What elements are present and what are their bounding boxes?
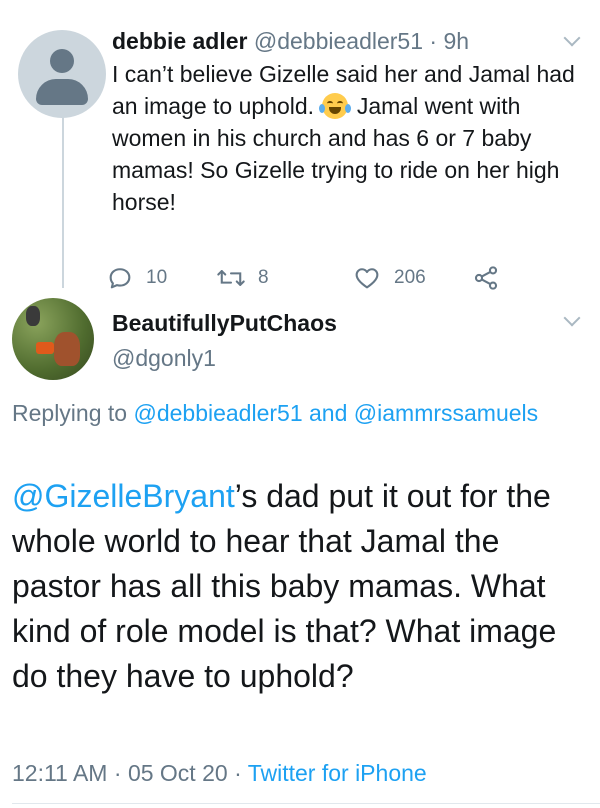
tweet-date[interactable]: 05 Oct 20: [128, 760, 228, 786]
separator: ·: [429, 28, 438, 54]
mention-link[interactable]: @iammrssamuels: [354, 400, 538, 426]
handle[interactable]: @debbieadler51: [254, 28, 423, 54]
avatar-photo-dog-dark: [26, 306, 40, 326]
replying-to-and: and: [309, 400, 348, 426]
meta-separator: ·: [113, 760, 122, 786]
timestamp[interactable]: 9h: [443, 28, 469, 54]
mouth-icon: [329, 107, 342, 114]
share-button[interactable]: [472, 262, 500, 294]
avatar[interactable]: [18, 30, 106, 118]
meta-separator: ·: [234, 760, 242, 786]
tear-right-icon: [345, 104, 352, 113]
like-button[interactable]: 206: [352, 262, 426, 294]
default-avatar-body: [36, 79, 88, 105]
retweet-button[interactable]: 8: [216, 262, 269, 294]
tear-left-icon: [319, 104, 326, 113]
mention-link[interactable]: @debbieadler51: [133, 400, 302, 426]
avatar[interactable]: [12, 298, 94, 380]
chevron-down-icon[interactable]: [563, 309, 581, 327]
parent-tweet-body: debbie adler @debbieadler51 · 9h I can’t…: [109, 26, 582, 290]
like-count: 206: [394, 267, 426, 288]
tweet-time[interactable]: 12:11 AM: [12, 760, 107, 786]
handle[interactable]: @dgonly1: [112, 343, 216, 373]
display-name[interactable]: BeautifullyPutChaos: [112, 308, 337, 338]
tweet-meta: 12:11 AM · 05 Oct 20 · Twitter for iPhon…: [12, 758, 427, 788]
display-name[interactable]: debbie adler: [112, 28, 247, 54]
retweet-count: 8: [258, 267, 269, 288]
tweet-text: @GizelleBryant’s dad put it out for the …: [12, 474, 592, 699]
reply-icon: [109, 268, 131, 289]
avatar-photo-dog-brown: [54, 332, 80, 366]
retweet-icon: [217, 270, 245, 286]
client-link[interactable]: Twitter for iPhone: [248, 760, 427, 786]
divider: [12, 803, 600, 804]
reply-count: 10: [146, 267, 168, 288]
default-avatar-head: [50, 49, 74, 73]
replying-to: Replying to @debbieadler51 and @iammrssa…: [12, 396, 572, 430]
share-icon: [474, 266, 498, 290]
tweet-text: I can’t believe Gizelle said her and Jam…: [112, 58, 582, 218]
face-with-tears-of-joy-icon: [319, 93, 352, 119]
mention-link[interactable]: @GizelleBryant: [12, 478, 235, 514]
reply-button[interactable]: 10: [106, 262, 167, 294]
thread-line: [62, 112, 64, 288]
avatar-photo-toy: [36, 342, 54, 354]
replying-to-label: Replying to: [12, 400, 128, 426]
tweet-header: debbie adler @debbieadler51 · 9h: [112, 26, 582, 56]
heart-icon: [355, 268, 379, 289]
